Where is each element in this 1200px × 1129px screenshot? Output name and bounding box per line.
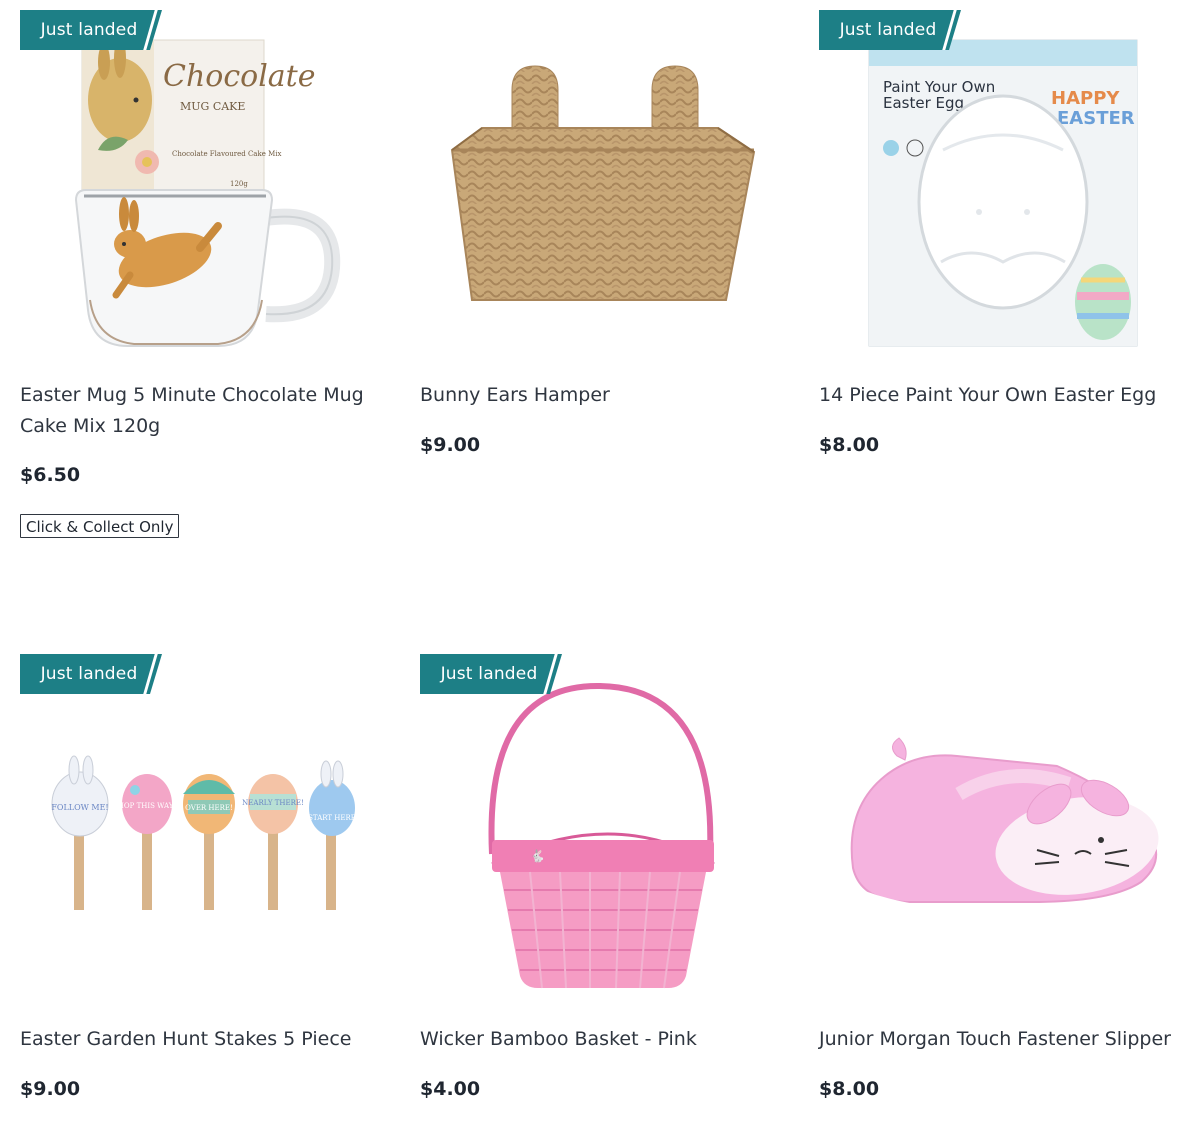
badge-label: Just landed: [839, 20, 937, 40]
mix-brand-text: Chocolate: [163, 59, 316, 94]
just-landed-badge: Just landed: [20, 654, 162, 694]
product-image-paint-egg[interactable]: Paint Your Own Easter Egg HAPPY EASTER: [819, 0, 1179, 355]
product-image-pink-basket[interactable]: 🐇: [420, 644, 780, 999]
badge-label: Just landed: [40, 20, 138, 40]
just-landed-badge: Just landed: [819, 10, 961, 50]
stake-text-5: START HERE: [308, 814, 356, 822]
product-price: $6.50: [20, 464, 81, 486]
product-title[interactable]: Junior Morgan Touch Fastener Slipper: [819, 1024, 1181, 1055]
just-landed-badge: Just landed: [420, 654, 562, 694]
mix-weight-text: 120g: [230, 180, 248, 188]
product-image-mug-cake[interactable]: Chocolate MUG CAKE Chocolate Flavoured C…: [20, 0, 380, 355]
product-title[interactable]: Easter Garden Hunt Stakes 5 Piece: [20, 1024, 382, 1055]
stake-text-3: OVER HERE!: [185, 804, 233, 812]
product-title[interactable]: 14 Piece Paint Your Own Easter Egg: [819, 380, 1181, 411]
box-title-line2: Easter Egg: [883, 94, 964, 112]
mix-desc-text: Chocolate Flavoured Cake Mix: [172, 150, 281, 158]
badge-label: Just landed: [440, 664, 538, 684]
click-collect-tag: Click & Collect Only: [20, 514, 180, 538]
mix-sub-text: MUG CAKE: [180, 100, 245, 113]
stake-text-1: FOLLOW ME!: [51, 803, 108, 812]
product-price: $8.00: [819, 1078, 880, 1100]
product-price: $4.00: [420, 1078, 481, 1100]
badge-label: Just landed: [40, 664, 138, 684]
product-image-hamper[interactable]: [420, 0, 780, 355]
product-image-hunt-stakes[interactable]: FOLLOW ME! HOP THIS WAY! OVER HERE! NEAR…: [20, 644, 380, 999]
stake-text-4: NEARLY THERE!: [242, 799, 304, 807]
stake-text-2: HOP THIS WAY!: [118, 802, 176, 810]
product-price: $8.00: [819, 434, 880, 456]
box-easter-text: EASTER: [1057, 108, 1135, 129]
product-title[interactable]: Bunny Ears Hamper: [420, 380, 782, 411]
product-title[interactable]: Easter Mug 5 Minute Chocolate Mug Cake M…: [20, 380, 382, 442]
product-price: $9.00: [420, 434, 481, 456]
product-image-slipper[interactable]: [819, 644, 1179, 999]
svg-text:🐇: 🐇: [530, 849, 545, 863]
just-landed-badge: Just landed: [20, 10, 162, 50]
box-happy-text: HAPPY: [1051, 88, 1120, 109]
product-title[interactable]: Wicker Bamboo Basket - Pink: [420, 1024, 782, 1055]
product-price: $9.00: [20, 1078, 81, 1100]
